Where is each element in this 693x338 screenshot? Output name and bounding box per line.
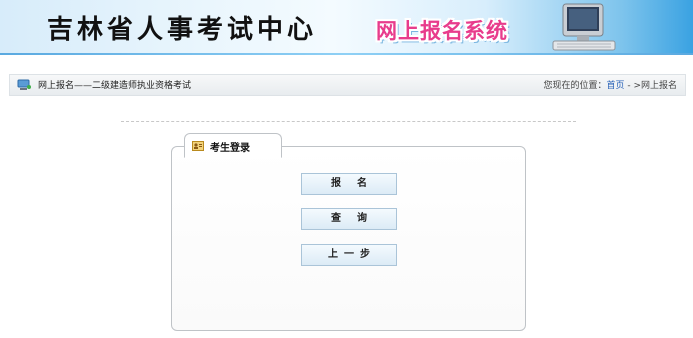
location-bar: 网上报名——二级建造师执业资格考试 您现在的位置：首页 - >网上报名 <box>9 74 686 96</box>
header-banner: 吉林省人事考试中心 网上报名系统 <box>0 0 693 55</box>
breadcrumb-home-link[interactable]: 首页 <box>606 81 624 91</box>
login-panel-title: 考生登录 <box>210 143 250 154</box>
center-name-title: 吉林省人事考试中心 <box>47 15 318 45</box>
query-button[interactable]: 查询 <box>301 208 397 230</box>
banner-divider <box>0 53 693 55</box>
user-card-icon <box>192 141 204 151</box>
register-button[interactable]: 报名 <box>301 173 397 195</box>
breadcrumb-prefix: 您现在的位置： <box>543 81 607 91</box>
back-button[interactable]: 上一步 <box>301 244 397 266</box>
computer-icon <box>552 3 616 51</box>
dashed-divider <box>121 121 576 122</box>
system-name-title: 网上报名系统 <box>376 19 508 43</box>
monitor-icon <box>17 79 31 90</box>
section-title: 网上报名——二级建造师执业资格考试 <box>38 81 192 91</box>
breadcrumb-current: 网上报名 <box>640 81 677 91</box>
login-panel-tab: 考生登录 <box>184 133 282 158</box>
breadcrumb-separator: - > <box>624 81 641 91</box>
breadcrumb: 您现在的位置：首页 - >网上报名 <box>543 78 677 91</box>
